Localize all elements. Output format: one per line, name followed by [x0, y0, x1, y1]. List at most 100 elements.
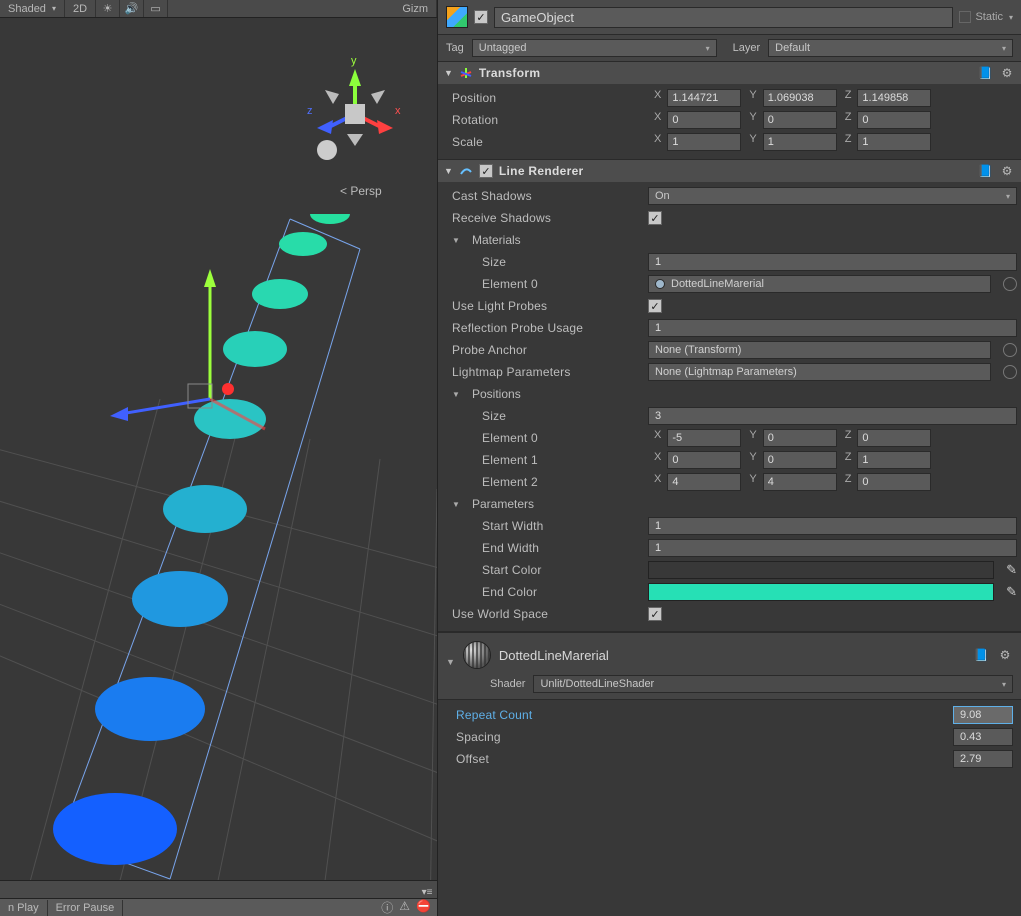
button-2d-label: 2D: [73, 3, 87, 15]
error-count-icon[interactable]: ⛔: [416, 899, 431, 916]
gameobject-active-checkbox[interactable]: ✓: [474, 10, 488, 24]
receive-shadows-checkbox[interactable]: ✓: [648, 211, 662, 225]
material-dot-icon: [655, 279, 665, 289]
info-count-icon[interactable]: ⓘ: [381, 899, 393, 916]
eyedropper-icon[interactable]: ✎: [1006, 584, 1017, 600]
scene-toolbar: Shaded 2D ☀ 🔊 ▭ Gizm: [0, 0, 437, 18]
shading-label: Shaded: [8, 3, 46, 15]
material-header[interactable]: ▼ DottedLineMarerial 📘 ⚙: [438, 633, 1021, 675]
object-picker-icon[interactable]: [1003, 277, 1017, 291]
repeat-count-field[interactable]: [953, 706, 1013, 724]
probe-anchor-field[interactable]: None (Transform): [648, 341, 991, 359]
foldout-icon[interactable]: ▼: [452, 500, 462, 509]
help-icon[interactable]: 📘: [977, 163, 993, 179]
pos1-x[interactable]: [667, 451, 741, 469]
eyedropper-icon[interactable]: ✎: [1006, 562, 1017, 578]
rotation-x[interactable]: [667, 111, 741, 129]
component-line-renderer: ▼ ✓ Line Renderer 📘 ⚙ Cast Shadows On Re…: [438, 160, 1021, 632]
offset-field[interactable]: [953, 750, 1013, 768]
scene-audio-icon[interactable]: 🔊: [120, 0, 144, 17]
transform-header[interactable]: ▼ Transform 📘 ⚙: [438, 62, 1021, 84]
materials-label: Materials: [468, 233, 521, 247]
line-renderer-header[interactable]: ▼ ✓ Line Renderer 📘 ⚙: [438, 160, 1021, 182]
positions-size-field[interactable]: [648, 407, 1017, 425]
scene-view[interactable]: y x z < Persp: [0, 18, 437, 880]
collapse-handle-icon[interactable]: ▾≡: [417, 887, 437, 898]
materials-element0-field[interactable]: DottedLineMarerial: [648, 275, 991, 293]
static-toggle[interactable]: Static: [959, 11, 1013, 23]
lightmap-params-label: Lightmap Parameters: [452, 365, 642, 379]
tab-play-label: n Play: [8, 902, 39, 914]
gear-icon[interactable]: ⚙: [999, 163, 1015, 179]
transform-title: Transform: [479, 66, 540, 80]
lightmap-params-field[interactable]: None (Lightmap Parameters): [648, 363, 991, 381]
layer-dropdown[interactable]: Default: [768, 39, 1013, 57]
use-world-space-checkbox[interactable]: ✓: [648, 607, 662, 621]
scene-effects-icon[interactable]: ▭: [144, 0, 168, 17]
shading-dropdown[interactable]: Shaded: [0, 0, 65, 17]
tab-play[interactable]: n Play: [0, 900, 48, 916]
rotation-z[interactable]: [857, 111, 931, 129]
start-color-field[interactable]: [648, 561, 994, 579]
start-width-field[interactable]: [648, 517, 1017, 535]
pos1-y[interactable]: [763, 451, 837, 469]
gizmo-dropdown[interactable]: Gizm: [394, 0, 437, 17]
shader-row: Shader Unlit/DottedLineShader: [438, 675, 1021, 700]
scene-panel: Shaded 2D ☀ 🔊 ▭ Gizm: [0, 0, 437, 916]
scene-light-icon[interactable]: ☀: [96, 0, 120, 17]
button-2d[interactable]: 2D: [65, 0, 96, 17]
pos2-z[interactable]: [857, 473, 931, 491]
tab-error-pause-label: Error Pause: [56, 902, 115, 914]
help-icon[interactable]: 📘: [973, 647, 989, 663]
scale-x[interactable]: [667, 133, 741, 151]
pos0-x[interactable]: [667, 429, 741, 447]
reflection-probe-field[interactable]: [648, 319, 1017, 337]
scale-label: Scale: [452, 135, 642, 149]
object-picker-icon[interactable]: [1003, 365, 1017, 379]
tag-layer-row: Tag Untagged Layer Default: [438, 35, 1021, 62]
offset-label: Offset: [456, 752, 656, 766]
pos1-z[interactable]: [857, 451, 931, 469]
material-sphere-icon: [463, 641, 491, 669]
end-width-field[interactable]: [648, 539, 1017, 557]
cast-shadows-dropdown[interactable]: On: [648, 187, 1017, 205]
warning-count-icon[interactable]: ⚠: [399, 899, 410, 916]
tag-value: Untagged: [479, 42, 527, 54]
positions-el1-label: Element 1: [482, 453, 642, 467]
use-light-probes-checkbox[interactable]: ✓: [648, 299, 662, 313]
pos0-y[interactable]: [763, 429, 837, 447]
probe-anchor-value: None (Transform): [655, 344, 741, 356]
cast-shadows-label: Cast Shadows: [452, 189, 642, 203]
gameobject-name-field[interactable]: [494, 7, 953, 28]
foldout-icon[interactable]: ▼: [452, 236, 462, 245]
layer-value: Default: [775, 42, 810, 54]
materials-size-label: Size: [482, 255, 642, 269]
pos2-y[interactable]: [763, 473, 837, 491]
rotation-y[interactable]: [763, 111, 837, 129]
foldout-icon[interactable]: ▼: [452, 390, 462, 399]
spacing-field[interactable]: [953, 728, 1013, 746]
tab-error-pause[interactable]: Error Pause: [48, 900, 124, 916]
object-picker-icon[interactable]: [1003, 343, 1017, 357]
rotation-label: Rotation: [452, 113, 642, 127]
tag-label: Tag: [446, 42, 464, 54]
gizmo-z-label: z: [307, 105, 313, 117]
pos2-x[interactable]: [667, 473, 741, 491]
position-x[interactable]: [667, 89, 741, 107]
position-z[interactable]: [857, 89, 931, 107]
scale-z[interactable]: [857, 133, 931, 151]
tag-dropdown[interactable]: Untagged: [472, 39, 717, 57]
shader-dropdown[interactable]: Unlit/DottedLineShader: [533, 675, 1013, 693]
pos0-z[interactable]: [857, 429, 931, 447]
position-y[interactable]: [763, 89, 837, 107]
console-tabs: n Play Error Pause ⓘ ⚠ ⛔: [0, 898, 437, 916]
gear-icon[interactable]: ⚙: [997, 647, 1013, 663]
gear-icon[interactable]: ⚙: [999, 65, 1015, 81]
material-section: ▼ DottedLineMarerial 📘 ⚙ Shader Unlit/Do…: [438, 632, 1021, 774]
materials-size-field[interactable]: [648, 253, 1017, 271]
scene-3d-viewport[interactable]: y x z < Persp: [0, 18, 437, 880]
scale-y[interactable]: [763, 133, 837, 151]
line-renderer-enabled-checkbox[interactable]: ✓: [479, 164, 493, 178]
end-color-field[interactable]: [648, 583, 994, 601]
help-icon[interactable]: 📘: [977, 65, 993, 81]
